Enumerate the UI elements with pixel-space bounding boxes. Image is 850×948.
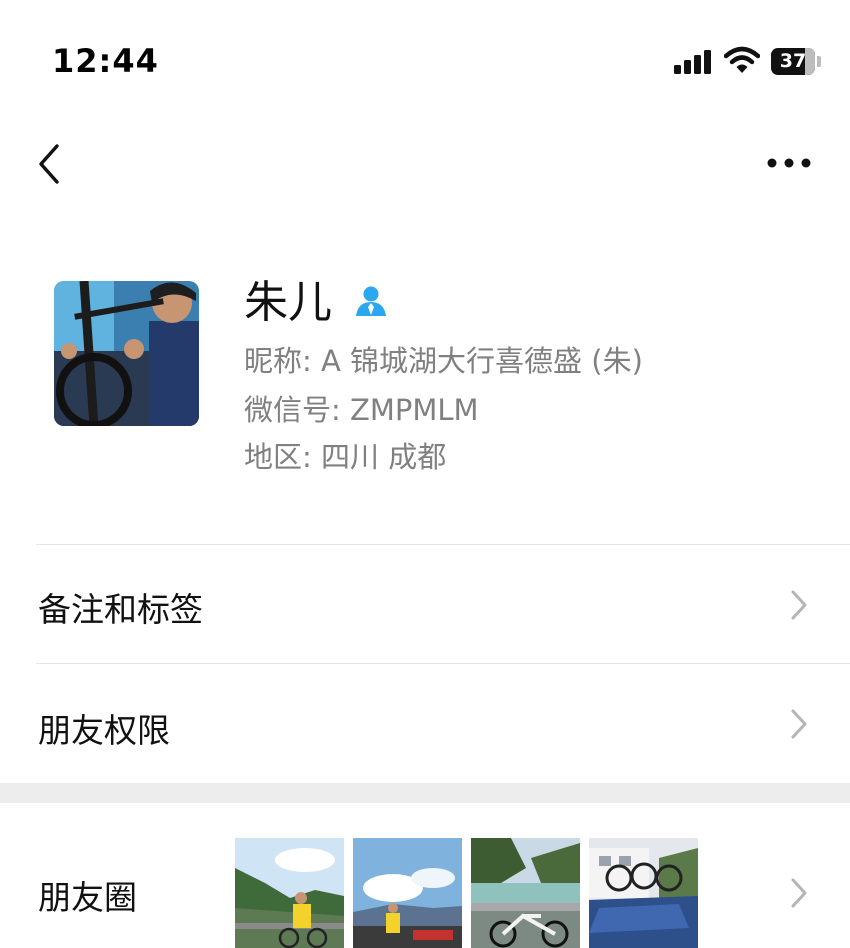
profile-card: 朱儿 昵称: A 锦城湖大行喜德盛 (朱) 微信号: ZMPMLM 地区: 四川… xyxy=(0,250,850,510)
avatar[interactable] xyxy=(54,281,199,426)
wechat-id-text: 微信号: ZMPMLM xyxy=(244,393,479,427)
chevron-right-icon xyxy=(791,878,807,908)
moments-row[interactable]: 朋友圈 xyxy=(0,803,850,948)
section-gap xyxy=(0,783,850,803)
region-text: 地区: 四川 成都 xyxy=(244,440,447,474)
ellipsis-icon[interactable] xyxy=(762,148,818,178)
nav-bar xyxy=(0,120,850,210)
moments-label: 朋友圈 xyxy=(38,878,137,917)
friend-permissions-label: 朋友权限 xyxy=(38,711,170,750)
moments-thumbnail xyxy=(471,838,580,948)
moments-thumbnail xyxy=(235,838,344,948)
nickname-text: 昵称: A 锦城湖大行喜德盛 (朱) xyxy=(244,344,643,378)
contact-person-icon xyxy=(356,286,386,316)
battery-tip xyxy=(817,56,821,67)
status-bar: 12:44 37 xyxy=(0,0,850,120)
moments-thumbnail xyxy=(589,838,698,948)
chevron-left-icon[interactable] xyxy=(30,140,70,188)
remarks-tags-row[interactable]: 备注和标签 xyxy=(0,545,850,663)
status-time: 12:44 xyxy=(52,42,159,80)
remarks-tags-label: 备注和标签 xyxy=(38,590,203,629)
chevron-right-icon xyxy=(791,709,807,739)
avatar-image xyxy=(54,281,199,426)
contact-name: 朱儿 xyxy=(244,277,332,328)
cellular-signal-icon xyxy=(674,50,711,74)
battery-icon: 37 xyxy=(771,48,815,75)
friend-permissions-row[interactable]: 朋友权限 xyxy=(0,664,850,782)
chevron-right-icon xyxy=(791,590,807,620)
name-row: 朱儿 xyxy=(244,268,388,328)
battery-level: 37 xyxy=(779,50,807,72)
moments-thumbnails xyxy=(235,838,698,948)
wifi-icon xyxy=(724,46,760,73)
moments-thumbnail xyxy=(353,838,462,948)
